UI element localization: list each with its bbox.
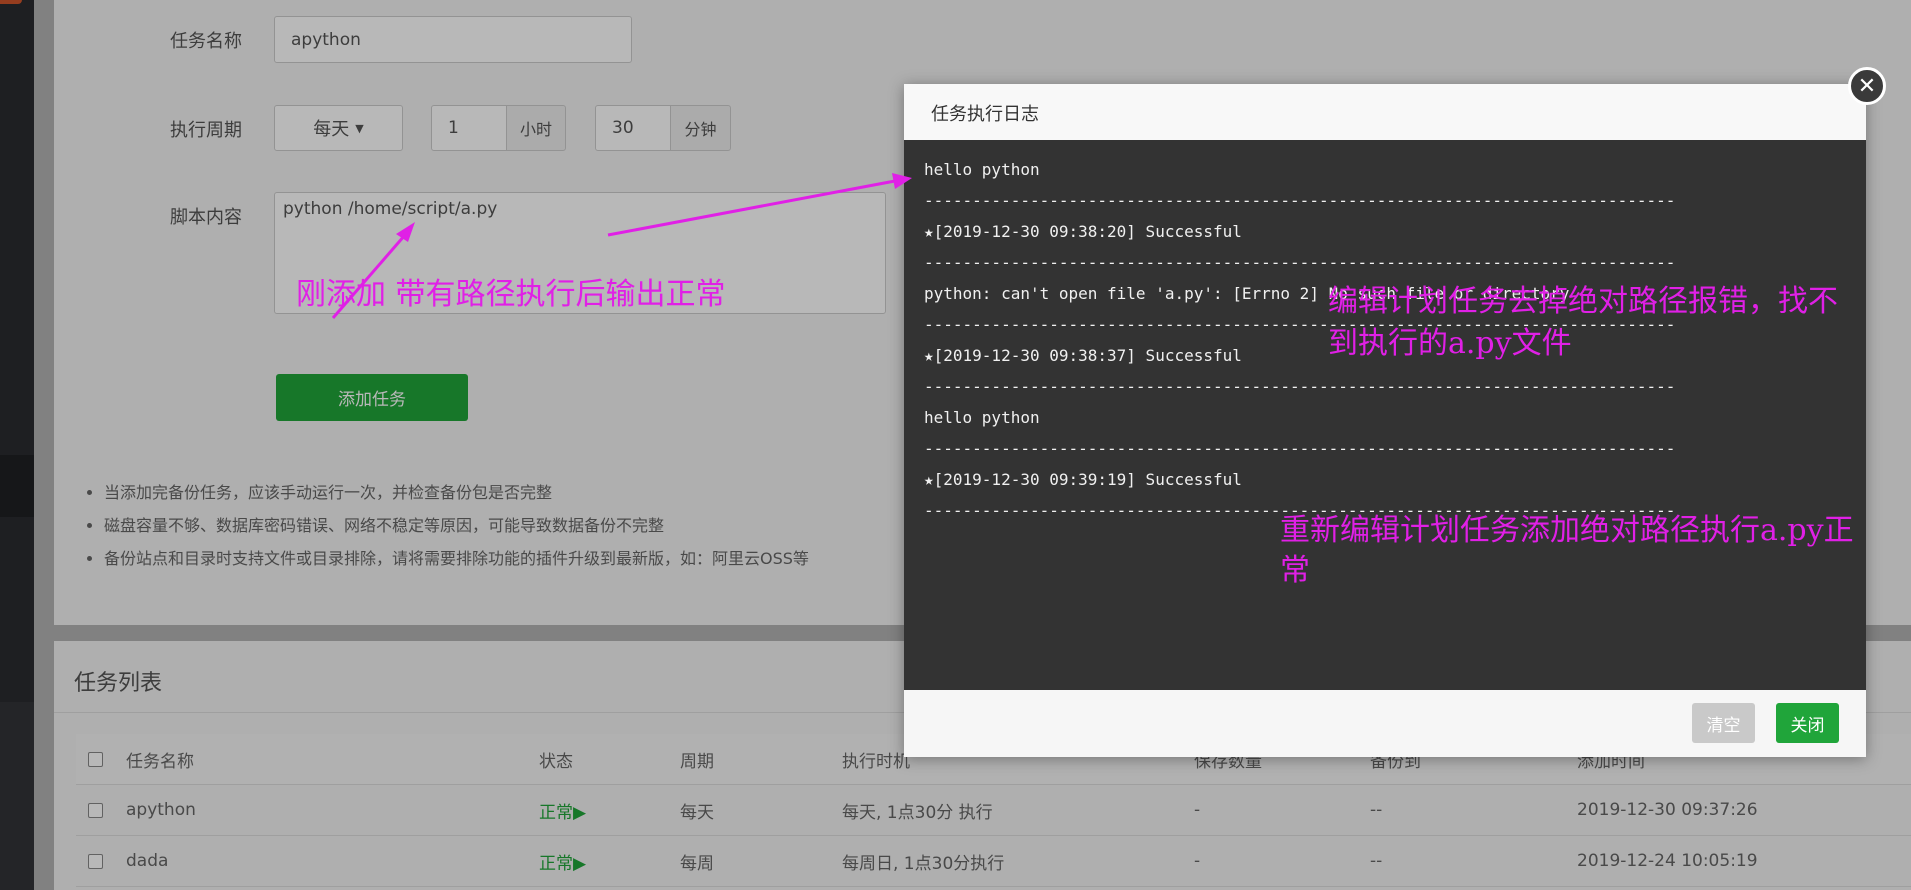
arrow-head-icon bbox=[892, 173, 912, 189]
annotation-arrows bbox=[331, 173, 912, 319]
annotation-arrow bbox=[607, 179, 896, 237]
annotation-note: 重新编辑计划任务添加绝对路径执行a.py正 bbox=[1280, 513, 1854, 548]
annotation-note: 常 bbox=[1280, 553, 1310, 588]
arrow-head-icon bbox=[396, 222, 415, 242]
annotation-note: 到执行的a.py文件 bbox=[1328, 326, 1572, 361]
annotation-note: 编辑计划任务去掉绝对路径报错，找不 bbox=[1328, 284, 1838, 319]
annotation-note: 刚添加 带有路径执行后输出正常 bbox=[296, 277, 726, 312]
